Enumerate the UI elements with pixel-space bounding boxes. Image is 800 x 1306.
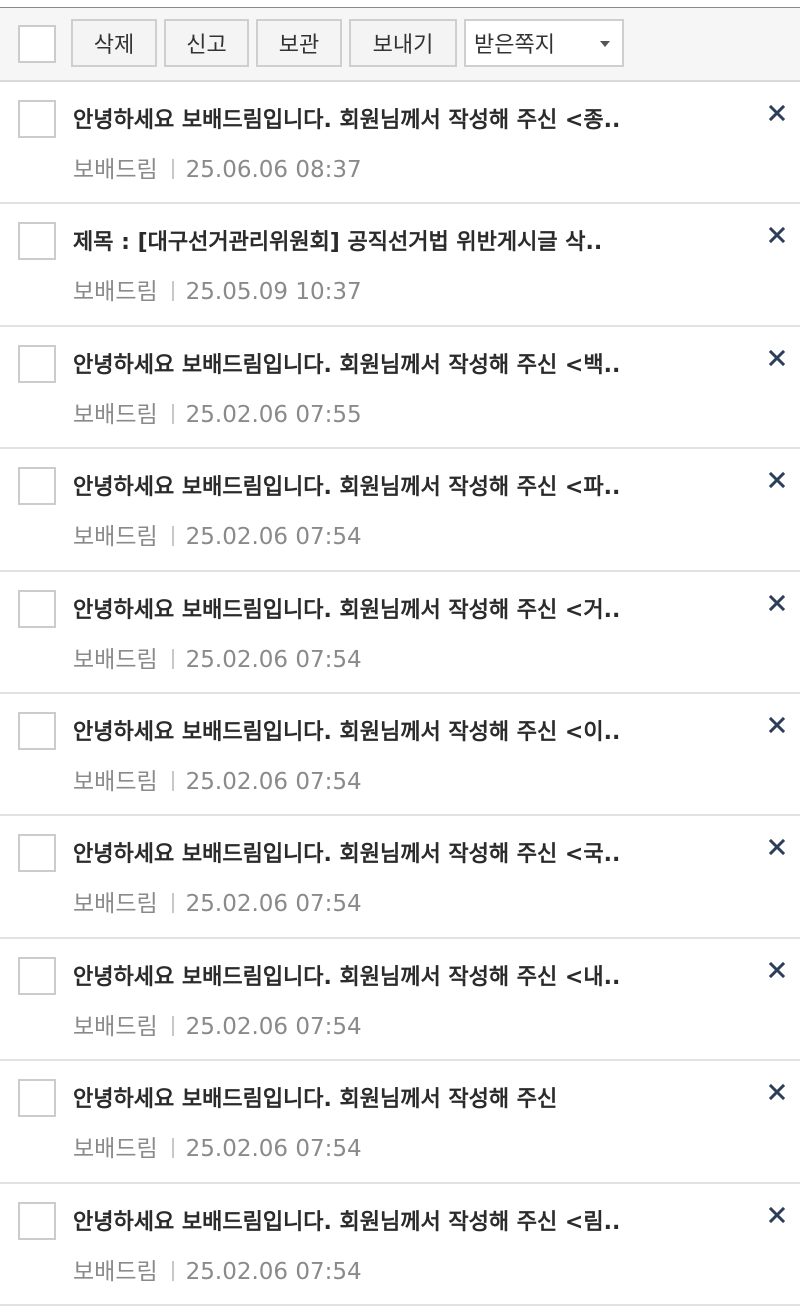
message-list: 안녕하세요 보배드림입니다. 회원님께서 작성해 주신 <종.. 보배드림 25.… bbox=[0, 82, 800, 1306]
message-meta: 보배드림 25.05.09 10:37 bbox=[73, 272, 362, 306]
message-meta: 보배드림 25.02.06 07:54 bbox=[73, 1129, 362, 1163]
message-row[interactable]: 안녕하세요 보배드림입니다. 회원님께서 작성해 주신 <백.. 보배드림 25.… bbox=[0, 326, 800, 450]
message-subject[interactable]: 안녕하세요 보배드림입니다. 회원님께서 작성해 주신 <백.. bbox=[73, 347, 713, 379]
close-icon[interactable] bbox=[766, 1081, 788, 1103]
message-subject[interactable]: 안녕하세요 보배드림입니다. 회원님께서 작성해 주신 <림.. bbox=[73, 1204, 713, 1236]
close-icon[interactable] bbox=[766, 224, 788, 246]
message-row[interactable]: 안녕하세요 보배드림입니다. 회원님께서 작성해 주신 <파.. 보배드림 25.… bbox=[0, 449, 800, 572]
message-date: 25.05.09 10:37 bbox=[185, 279, 362, 306]
meta-separator bbox=[171, 893, 174, 914]
message-row[interactable]: 제목 : [대구선거관리위원회] 공직선거법 위반게시글 삭.. 보배드림 25.… bbox=[0, 204, 800, 327]
message-subject[interactable]: 안녕하세요 보배드림입니다. 회원님께서 작성해 주신 <내.. bbox=[73, 959, 713, 991]
message-meta: 보배드림 25.02.06 07:54 bbox=[73, 1252, 362, 1286]
message-meta: 보배드림 25.02.06 07:54 bbox=[73, 517, 362, 551]
message-checkbox[interactable] bbox=[18, 1201, 56, 1240]
message-sender: 보배드림 bbox=[73, 157, 158, 183]
message-sender: 보배드림 bbox=[73, 891, 158, 918]
message-meta: 보배드림 25.02.06 07:54 bbox=[73, 1007, 362, 1041]
message-sender: 보배드림 bbox=[73, 1013, 158, 1040]
message-sender: 보배드림 bbox=[73, 646, 158, 673]
message-meta: 보배드림 25.02.06 07:55 bbox=[73, 395, 362, 429]
message-row[interactable]: 안녕하세요 보배드림입니다. 회원님께서 작성해 주신 <림.. 보배드림 25.… bbox=[0, 1183, 800, 1306]
message-sender: 보배드림 bbox=[73, 1258, 158, 1285]
message-subject[interactable]: 안녕하세요 보배드림입니다. 회원님께서 작성해 주신 <종.. bbox=[73, 102, 713, 134]
meta-separator bbox=[171, 770, 174, 791]
message-sender: 보배드림 bbox=[73, 279, 158, 306]
message-date: 25.02.06 07:54 bbox=[185, 1258, 362, 1285]
select-all-checkbox[interactable] bbox=[18, 25, 56, 63]
message-subject[interactable]: 제목 : [대구선거관리위원회] 공직선거법 위반게시글 삭.. bbox=[73, 224, 713, 256]
message-checkbox[interactable] bbox=[18, 467, 56, 506]
message-date: 25.02.06 07:54 bbox=[185, 1136, 362, 1163]
report-button[interactable]: 신고 bbox=[164, 19, 249, 67]
message-checkbox[interactable] bbox=[18, 1079, 56, 1118]
meta-separator bbox=[171, 1260, 174, 1281]
meta-separator bbox=[171, 159, 174, 179]
message-date: 25.06.06 08:37 bbox=[185, 157, 362, 183]
message-meta: 보배드림 25.02.06 07:54 bbox=[73, 762, 362, 796]
close-icon[interactable] bbox=[766, 592, 788, 614]
meta-separator bbox=[171, 1138, 174, 1159]
message-meta: 보배드림 25.02.06 07:54 bbox=[73, 884, 362, 918]
mailbox-select-value: 받은쪽지 bbox=[474, 33, 555, 58]
message-checkbox[interactable] bbox=[18, 589, 56, 628]
message-subject[interactable]: 안녕하세요 보배드림입니다. 회원님께서 작성해 주신 <국.. bbox=[73, 836, 713, 868]
message-sender: 보배드림 bbox=[73, 1136, 158, 1163]
message-subject[interactable]: 안녕하세요 보배드림입니다. 회원님께서 작성해 주신 <파.. bbox=[73, 469, 713, 501]
mailbox-select[interactable]: 받은쪽지 bbox=[464, 19, 624, 67]
message-checkbox[interactable] bbox=[18, 711, 56, 750]
delete-button[interactable]: 삭제 bbox=[71, 19, 157, 67]
close-icon[interactable] bbox=[766, 347, 788, 369]
message-meta: 보배드림 25.06.06 08:37 bbox=[73, 150, 362, 184]
message-date: 25.02.06 07:54 bbox=[185, 891, 362, 918]
message-toolbar: 삭제 신고 보관 보내기 받은쪽지 bbox=[0, 8, 800, 82]
message-checkbox[interactable] bbox=[18, 100, 56, 138]
message-date: 25.02.06 07:54 bbox=[185, 1013, 362, 1040]
message-row[interactable]: 안녕하세요 보배드림입니다. 회원님께서 작성해 주신 <내.. 보배드림 25.… bbox=[0, 938, 800, 1062]
message-row[interactable]: 안녕하세요 보배드림입니다. 회원님께서 작성해 주신 <국.. 보배드림 25.… bbox=[0, 816, 800, 939]
message-row[interactable]: 안녕하세요 보배드림입니다. 회원님께서 작성해 주신 <종.. 보배드림 25.… bbox=[0, 82, 800, 205]
message-date: 25.02.06 07:55 bbox=[185, 401, 362, 428]
message-sender: 보배드림 bbox=[73, 524, 158, 551]
meta-separator bbox=[171, 1015, 174, 1036]
meta-separator bbox=[171, 403, 174, 424]
close-icon[interactable] bbox=[766, 836, 788, 858]
close-icon[interactable] bbox=[766, 714, 788, 736]
archive-button[interactable]: 보관 bbox=[256, 19, 342, 67]
message-checkbox[interactable] bbox=[18, 222, 56, 261]
meta-separator bbox=[171, 526, 174, 547]
message-subject[interactable]: 안녕하세요 보배드림입니다. 회원님께서 작성해 주신 <이.. bbox=[73, 714, 713, 746]
top-divider bbox=[0, 0, 800, 8]
message-checkbox[interactable] bbox=[18, 834, 56, 873]
close-icon[interactable] bbox=[766, 469, 788, 491]
message-meta: 보배드림 25.02.06 07:54 bbox=[73, 640, 362, 674]
meta-separator bbox=[171, 281, 174, 302]
message-checkbox[interactable] bbox=[18, 956, 56, 995]
meta-separator bbox=[171, 648, 174, 669]
message-date: 25.02.06 07:54 bbox=[185, 524, 362, 551]
message-checkbox[interactable] bbox=[18, 344, 56, 383]
close-icon[interactable] bbox=[766, 102, 788, 124]
message-sender: 보배드림 bbox=[73, 401, 158, 428]
close-icon[interactable] bbox=[766, 1204, 788, 1226]
message-sender: 보배드림 bbox=[73, 768, 158, 795]
message-date: 25.02.06 07:54 bbox=[185, 646, 362, 673]
send-button[interactable]: 보내기 bbox=[349, 19, 457, 67]
close-icon[interactable] bbox=[766, 959, 788, 981]
message-row[interactable]: 안녕하세요 보배드림입니다. 회원님께서 작성해 주신 <거.. 보배드림 25.… bbox=[0, 571, 800, 694]
message-row[interactable]: 안녕하세요 보배드림입니다. 회원님께서 작성해 주신 <이.. 보배드림 25.… bbox=[0, 693, 800, 817]
message-subject[interactable]: 안녕하세요 보배드림입니다. 회원님께서 작성해 주신 <거.. bbox=[73, 592, 713, 624]
caret-down-icon bbox=[600, 41, 610, 47]
message-row[interactable]: 안녕하세요 보배드림입니다. 회원님께서 작성해 주신 보배드림 25.02.06… bbox=[0, 1061, 800, 1184]
message-subject[interactable]: 안녕하세요 보배드림입니다. 회원님께서 작성해 주신 bbox=[73, 1081, 713, 1113]
message-date: 25.02.06 07:54 bbox=[185, 768, 362, 795]
